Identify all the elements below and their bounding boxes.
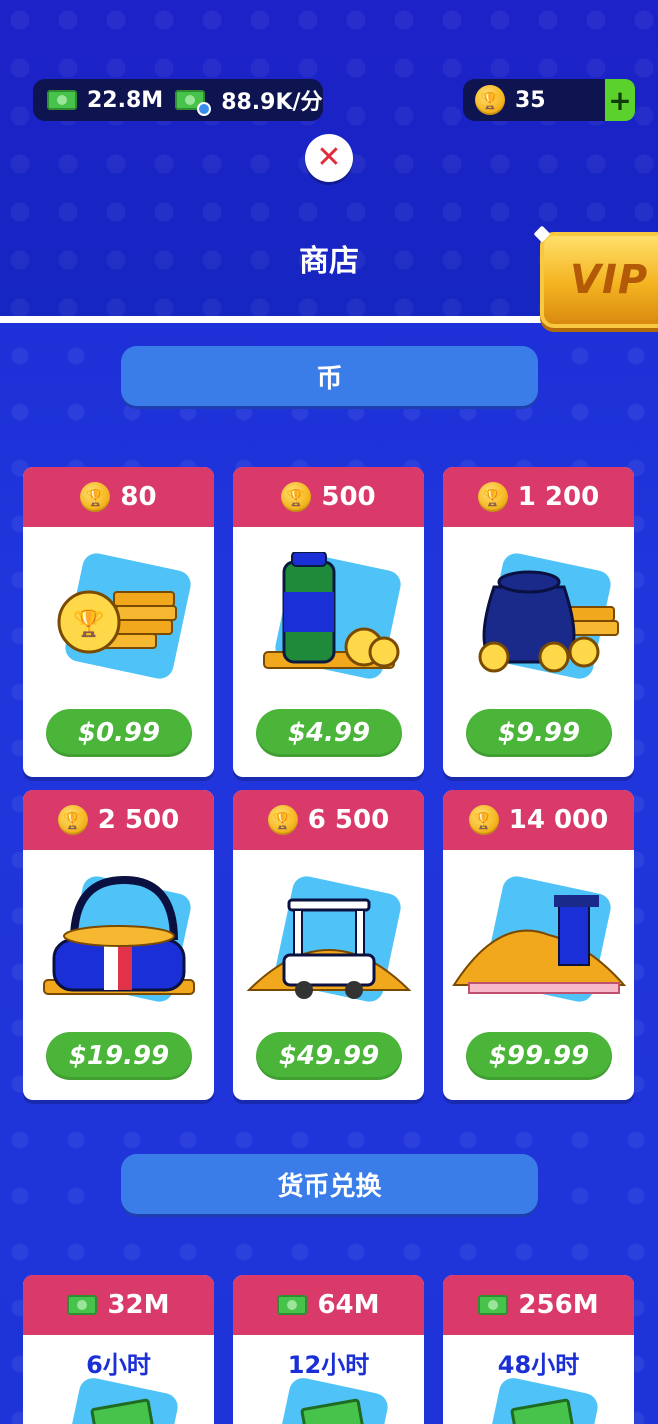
coin-pack-card[interactable]: 🏆 500 $4.99: [233, 467, 424, 777]
close-icon: ✕: [316, 140, 342, 175]
coin-amount: 80: [120, 482, 157, 512]
coin-stack-icon: 🏆: [23, 527, 214, 707]
coin-pack-card[interactable]: 🏆 1 200 $9.99: [443, 467, 634, 777]
price-button[interactable]: $99.99: [466, 1032, 612, 1080]
cash-icon: [478, 1295, 509, 1315]
cash-icon: [47, 90, 77, 110]
card-header: 🏆 6 500: [233, 790, 424, 850]
add-coins-button[interactable]: +: [605, 79, 635, 121]
coin-pile-icon: [443, 850, 634, 1030]
cash-icon: [277, 1295, 308, 1315]
price-button[interactable]: $19.99: [46, 1032, 192, 1080]
vip-label: VIP: [570, 257, 649, 303]
cash-value: 22.8M: [87, 87, 164, 113]
card-header: 🏆 1 200: [443, 467, 634, 527]
trophy-coin-icon: 🏆: [468, 805, 499, 835]
card-header: 64M: [233, 1275, 424, 1335]
card-header: 256M: [443, 1275, 634, 1335]
price-button[interactable]: $9.99: [466, 709, 612, 757]
cash-amount: 64M: [317, 1290, 380, 1320]
cash-amount: 256M: [518, 1290, 599, 1320]
income-rate: 88.9K/分: [221, 90, 323, 115]
cash-icon: [67, 1295, 98, 1315]
section-banner-exchange: 货币兑换: [121, 1154, 538, 1214]
card-header: 🏆 80: [23, 467, 214, 527]
coins-display: 🏆 35 +: [463, 79, 635, 121]
trophy-coin-icon: 🏆: [477, 482, 508, 512]
exchange-pack-card[interactable]: 256M 48小时: [443, 1275, 634, 1424]
card-header: 32M: [23, 1275, 214, 1335]
coins-value: 35: [515, 87, 546, 113]
svg-text:🏆: 🏆: [72, 608, 104, 639]
income-rate-icon: [175, 90, 212, 116]
exchange-pack-card[interactable]: 32M 6小时: [23, 1275, 214, 1424]
price-button[interactable]: $0.99: [46, 709, 192, 757]
card-header: 🏆 14 000: [443, 790, 634, 850]
price-button[interactable]: $4.99: [256, 709, 402, 757]
card-header: 🏆 2 500: [23, 790, 214, 850]
duration-label: 48小时: [497, 1351, 580, 1379]
coin-amount: 14 000: [508, 805, 609, 835]
coin-amount: 2 500: [97, 805, 180, 835]
vip-button[interactable]: VIP: [540, 232, 658, 328]
clock-icon: [197, 102, 212, 116]
cash-amount: 32M: [107, 1290, 170, 1320]
trophy-coin-icon: 🏆: [475, 85, 505, 115]
trophy-coin-icon: 🏆: [80, 482, 111, 512]
coin-amount: 6 500: [307, 805, 390, 835]
coin-pack-card[interactable]: 🏆 80 🏆 $0.99: [23, 467, 214, 777]
trophy-coin-icon: 🏆: [57, 805, 88, 835]
cash-display: 22.8M 88.9K/分: [33, 79, 323, 121]
coin-pack-card[interactable]: 🏆 14 000 $99.99: [443, 790, 634, 1100]
coin-sack-icon: [443, 527, 634, 707]
exchange-pack-card[interactable]: 64M 12小时: [233, 1275, 424, 1424]
coin-pack-card[interactable]: 🏆 6 500 $49.99: [233, 790, 424, 1100]
coin-bag-icon: [23, 850, 214, 1030]
coin-cart-icon: [233, 850, 424, 1030]
section-banner-coins: 币: [121, 346, 538, 406]
coin-bottle-icon: [233, 527, 424, 707]
close-button[interactable]: ✕: [305, 134, 353, 182]
coin-amount: 1 200: [517, 482, 600, 512]
duration-label: 12小时: [287, 1351, 370, 1379]
coin-amount: 500: [321, 482, 376, 512]
trophy-coin-icon: 🏆: [267, 805, 298, 835]
coin-pack-card[interactable]: 🏆 2 500 $19.99: [23, 790, 214, 1100]
card-header: 🏆 500: [233, 467, 424, 527]
trophy-coin-icon: 🏆: [281, 482, 312, 512]
duration-label: 6小时: [86, 1351, 151, 1379]
price-button[interactable]: $49.99: [256, 1032, 402, 1080]
